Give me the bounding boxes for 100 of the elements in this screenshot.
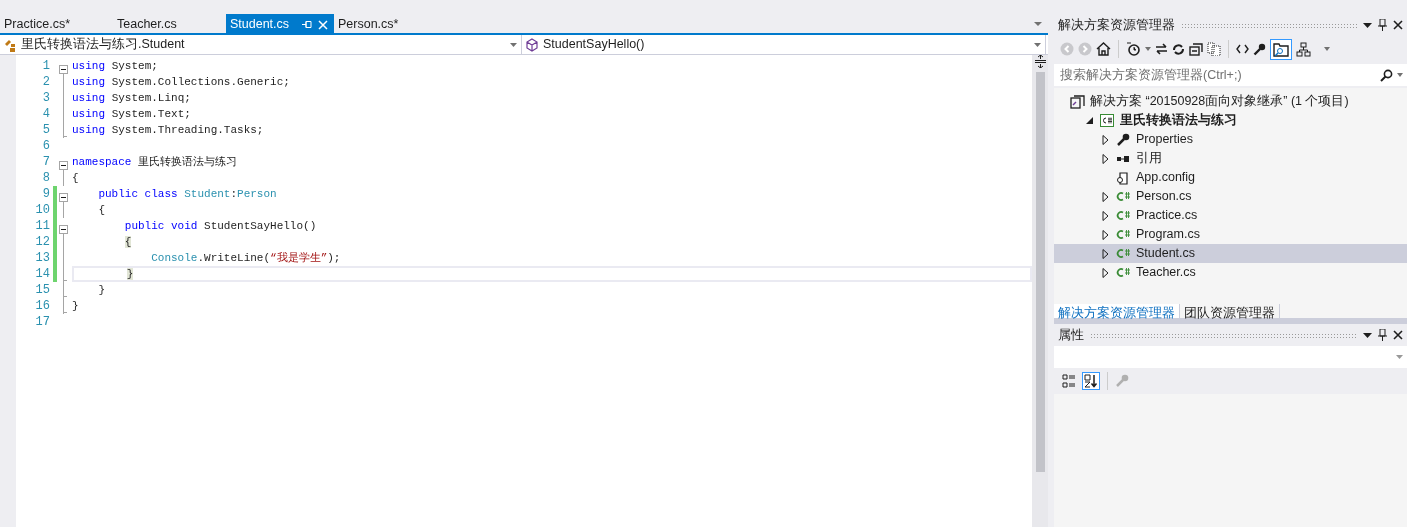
sort-button[interactable] <box>1082 372 1100 390</box>
line-number: 15 <box>34 282 51 299</box>
tree-item[interactable]: 引用 <box>1054 149 1407 168</box>
tree-item[interactable]: Person.cs <box>1054 187 1407 206</box>
code-line: using System; <box>72 59 159 74</box>
panel-title: 属性 <box>1058 326 1084 344</box>
collapsed-icon <box>1101 134 1109 145</box>
caret-icon[interactable] <box>1397 73 1403 77</box>
search-field[interactable]: 搜索解决方案资源管理器(Ctrl+;) <box>1054 64 1407 86</box>
line-number: 8 <box>41 170 51 187</box>
code-line: } <box>72 299 80 314</box>
line-number: 17 <box>34 314 51 331</box>
csharp-file-icon <box>1116 227 1131 242</box>
caret-icon[interactable] <box>1324 47 1330 51</box>
line-number: 14 <box>34 266 51 283</box>
pin-icon[interactable] <box>1378 329 1387 341</box>
categorized-button[interactable] <box>1060 372 1078 390</box>
dropdown-field[interactable]: 里氏转换语法与练习.Student <box>0 35 522 54</box>
editor-tab[interactable]: Teacher.cs <box>113 14 226 33</box>
csharp-file-icon <box>1116 265 1131 280</box>
line-number: 9 <box>41 186 51 203</box>
editor-tab[interactable]: Practice.cs* <box>0 14 113 33</box>
code-line: Console.WriteLine(“我是学生”); <box>150 251 342 266</box>
line-number: 12 <box>34 234 51 251</box>
tree-item[interactable]: Program.cs <box>1054 225 1407 244</box>
line-number: 5 <box>41 122 51 139</box>
split-icon[interactable] <box>1034 55 1046 68</box>
wrench-icon <box>1116 132 1131 147</box>
code-line: } <box>97 283 106 298</box>
scrollbar-thumb[interactable] <box>1035 72 1045 472</box>
dropdown-icon[interactable] <box>1363 332 1372 338</box>
collapse-icon[interactable] <box>59 225 68 235</box>
line-number: 3 <box>41 90 51 107</box>
solution-icon <box>1070 94 1085 109</box>
collapse-all-icon[interactable] <box>1189 42 1203 56</box>
line-number: 16 <box>34 298 51 315</box>
wrench-icon[interactable] <box>1253 42 1266 56</box>
panel-tab[interactable]: 解决方案资源管理器 <box>1054 304 1180 318</box>
documents-icon[interactable] <box>1207 42 1221 56</box>
panel-title: 解决方案资源管理器 <box>1058 16 1175 34</box>
tree-item[interactable]: Student.cs <box>1054 244 1407 263</box>
collapsed-icon <box>1101 153 1109 164</box>
editor-tab[interactable]: Person.cs* <box>334 14 447 33</box>
collapsed-icon <box>1101 210 1109 221</box>
dropdown-icon[interactable] <box>1363 22 1372 28</box>
clock-icon[interactable] <box>1126 42 1141 56</box>
line-number: 4 <box>41 106 51 123</box>
wrench-icon <box>1115 374 1129 388</box>
code-line: { <box>97 203 106 218</box>
csharp-file-icon <box>1116 208 1131 223</box>
tree-item[interactable]: Properties <box>1054 130 1407 149</box>
caret-icon <box>510 42 517 47</box>
search-icon[interactable] <box>1379 68 1393 82</box>
caret-icon[interactable] <box>1145 47 1151 51</box>
collapse-icon[interactable] <box>59 65 68 75</box>
line-number: 13 <box>34 250 51 267</box>
line-number: 7 <box>41 154 51 171</box>
tree-item[interactable]: 解决方案 “20150928面向对象继承” (1 个项目) <box>1054 92 1407 111</box>
collapsed-icon <box>1101 267 1109 278</box>
line-number: 2 <box>41 74 51 91</box>
line-number: 10 <box>34 202 51 219</box>
refresh-icon[interactable] <box>1172 42 1185 56</box>
pin-icon[interactable] <box>1378 19 1387 31</box>
code-icon[interactable] <box>1236 44 1249 54</box>
folder-search-button[interactable] <box>1270 38 1292 60</box>
code-line: { <box>72 171 80 186</box>
home-icon[interactable] <box>1096 42 1111 56</box>
code-line: using System.Collections.Generic; <box>72 75 291 90</box>
vertical-scrollbar[interactable] <box>1032 55 1048 527</box>
diagram-icon[interactable] <box>1296 41 1312 57</box>
collapsed-icon <box>1101 191 1109 202</box>
collapse-icon[interactable] <box>59 193 68 203</box>
code-line: using System.Linq; <box>72 91 192 106</box>
code-line: using System.Text; <box>72 107 192 122</box>
method-icon <box>526 37 538 52</box>
config-file-icon <box>1116 170 1131 185</box>
collapsed-icon <box>1101 248 1109 259</box>
class-icon <box>4 37 16 52</box>
tree-item[interactable]: App.config <box>1054 168 1407 187</box>
code-line: public void StudentSayHello() <box>123 219 318 234</box>
csharp-file-icon <box>1116 189 1131 204</box>
sync-icon[interactable] <box>1155 43 1168 55</box>
close-icon[interactable] <box>1393 20 1403 30</box>
code-line: public class Student:Person <box>97 187 278 202</box>
line-number: 1 <box>41 58 51 75</box>
expanded-icon <box>1085 117 1093 124</box>
line-number: 11 <box>34 218 51 235</box>
collapse-icon[interactable] <box>59 161 68 171</box>
code-line: using System.Threading.Tasks; <box>72 123 265 138</box>
panel-tab[interactable]: 团队资源管理器 <box>1180 304 1280 318</box>
project-icon <box>1100 113 1115 128</box>
dropdown-field[interactable]: StudentSayHello() <box>522 35 1046 54</box>
tree-item[interactable]: Practice.cs <box>1054 206 1407 225</box>
tree-item[interactable]: Teacher.cs <box>1054 263 1407 282</box>
collapsed-icon <box>1101 229 1109 240</box>
line-number: 6 <box>41 138 51 155</box>
close-icon[interactable] <box>1393 330 1403 340</box>
caret-icon[interactable] <box>1396 355 1403 359</box>
tree-item[interactable]: 里氏转换语法与练习 <box>1054 111 1407 130</box>
code-line: namespace 里氏转换语法与练习 <box>72 155 239 170</box>
